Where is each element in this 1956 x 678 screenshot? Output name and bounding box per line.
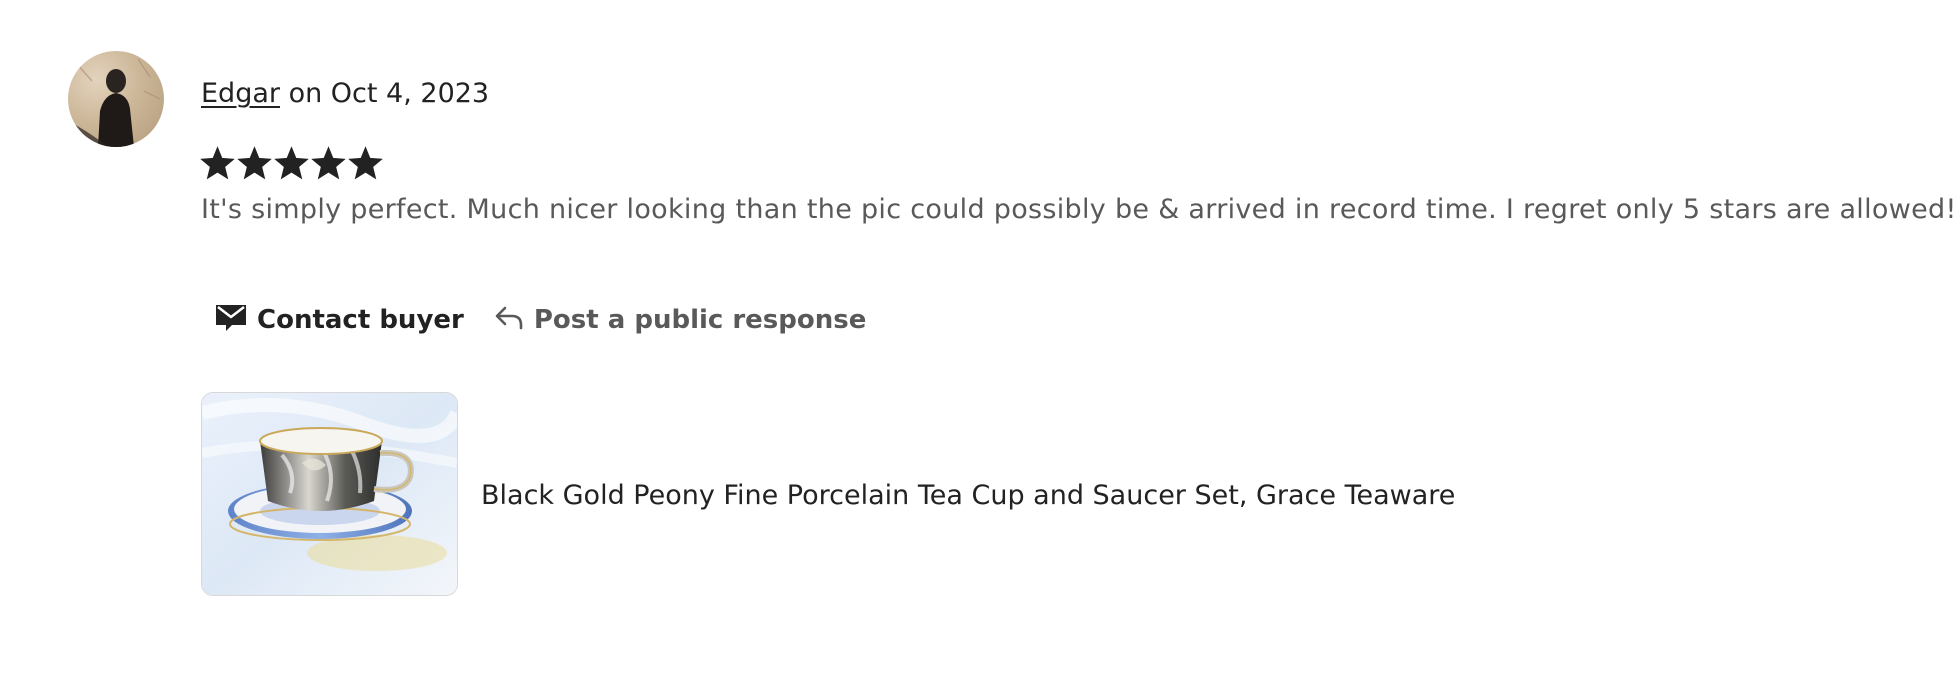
star-filled-icon: [311, 146, 346, 180]
review-text: It's simply perfect. Much nicer looking …: [201, 194, 1956, 225]
review-meta: Edgar on Oct 4, 2023: [201, 76, 489, 112]
avatar[interactable]: [68, 51, 164, 147]
post-public-response-button[interactable]: Post a public response: [480, 296, 881, 344]
contact-buyer-button[interactable]: Contact buyer: [201, 296, 478, 344]
star-filled-icon: [237, 146, 272, 180]
review-date: on Oct 4, 2023: [279, 78, 490, 109]
avatar-silhouette-icon: [68, 58, 161, 147]
product-title-link[interactable]: Black Gold Peony Fine Porcelain Tea Cup …: [481, 478, 1455, 514]
star-rating: [200, 146, 383, 184]
review-card: Edgar on Oct 4, 2023 It's simply perfect…: [0, 0, 1956, 678]
star-filled-icon: [200, 146, 235, 180]
envelope-icon: [215, 302, 247, 339]
contact-buyer-label: Contact buyer: [257, 305, 464, 335]
post-public-response-label: Post a public response: [533, 305, 867, 335]
reply-arrow-icon: [494, 304, 524, 337]
star-filled-icon: [348, 146, 383, 180]
star-filled-icon: [274, 146, 309, 180]
review-actions: Contact buyer Post a public response: [201, 296, 880, 344]
teacup-image: [202, 393, 457, 595]
product-thumbnail[interactable]: [201, 392, 458, 596]
reviewer-name-link[interactable]: Edgar: [201, 78, 280, 109]
